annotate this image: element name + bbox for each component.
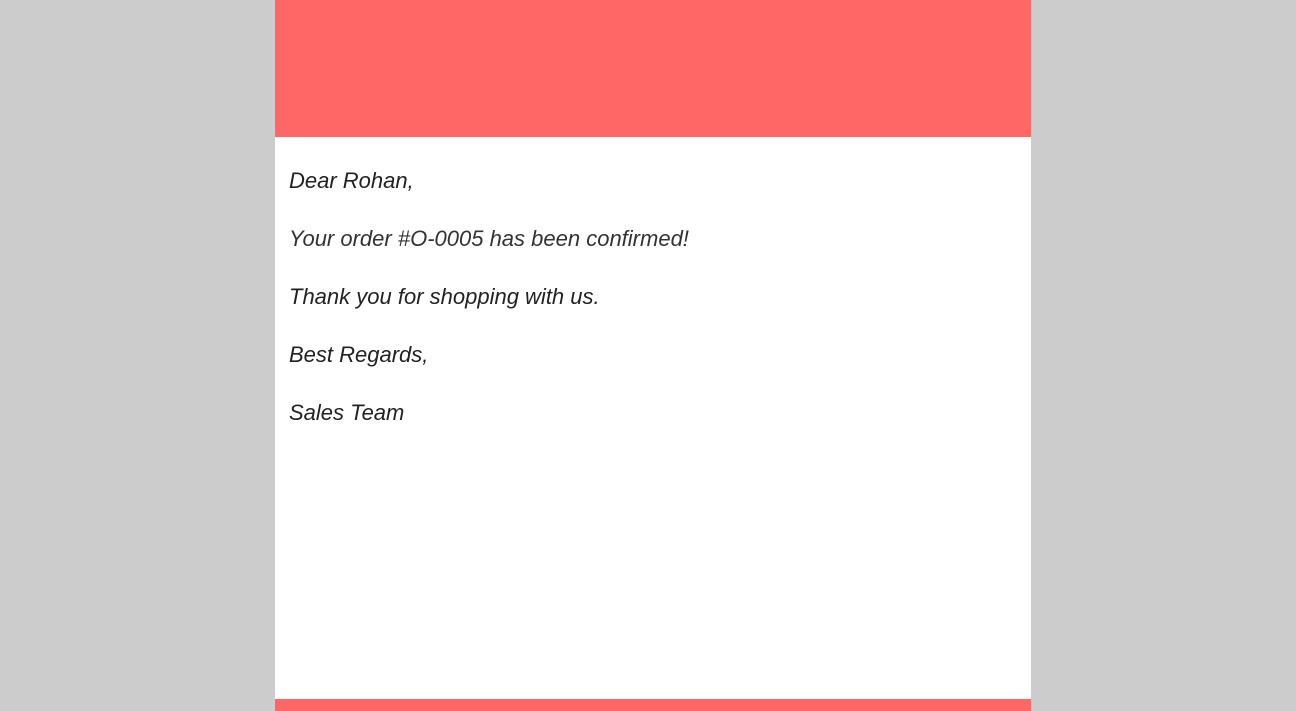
- order-confirmation-text: Your order #O-0005 has been confirmed!: [289, 226, 689, 251]
- thanks-text: Thank you for shopping with us.: [289, 284, 600, 309]
- email-card: Dear Rohan, Your order #O-0005 has been …: [275, 0, 1031, 711]
- closing-text: Best Regards,: [289, 342, 429, 367]
- email-header-band: [275, 0, 1031, 137]
- signature-text: Sales Team: [289, 400, 405, 425]
- email-greeting: Dear Rohan,: [289, 168, 414, 193]
- email-body: Dear Rohan, Your order #O-0005 has been …: [289, 170, 1017, 460]
- email-footer-band: [275, 699, 1031, 711]
